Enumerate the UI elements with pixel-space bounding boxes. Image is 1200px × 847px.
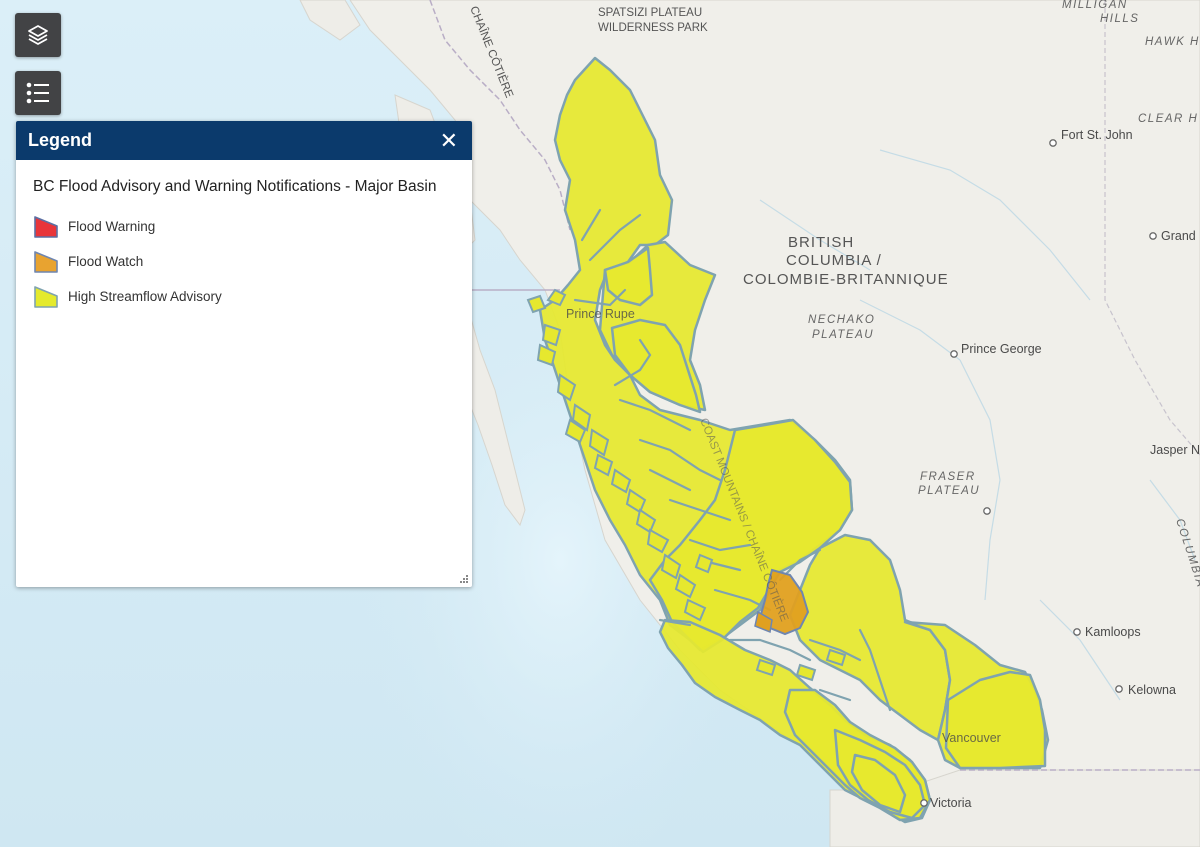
label-bc-2: COLUMBIA / — [786, 252, 882, 269]
label-prince-george: Prince George — [961, 342, 1042, 356]
legend-item-flood-warning: Flood Warning — [33, 209, 456, 244]
legend-label: Flood Watch — [68, 254, 144, 269]
label-jasper: Jasper Na — [1150, 443, 1200, 457]
legend-item-high-streamflow-advisory: High Streamflow Advisory — [33, 279, 456, 314]
label-kamloops: Kamloops — [1085, 625, 1141, 639]
layers-button[interactable] — [15, 13, 61, 57]
label-vancouver: Vancouver — [942, 731, 1001, 745]
legend-label: High Streamflow Advisory — [68, 289, 222, 304]
layers-icon — [28, 25, 48, 45]
legend-item-flood-watch: Flood Watch — [33, 244, 456, 279]
label-bc-1: BRITISH — [788, 234, 854, 251]
high-streamflow-swatch-icon — [34, 285, 58, 308]
label-clear: CLEAR H — [1138, 113, 1198, 125]
label-kelowna: Kelowna — [1128, 683, 1176, 697]
resize-handle-icon[interactable] — [459, 574, 469, 584]
label-nechako-2: PLATEAU — [812, 329, 874, 341]
legend-label: Flood Warning — [68, 219, 156, 234]
label-fraser-1: FRASER — [920, 471, 976, 483]
label-hawk: HAWK H — [1145, 36, 1200, 48]
legend-title: Legend — [28, 130, 93, 150]
layer-title: BC Flood Advisory and Warning Notificati… — [33, 178, 437, 195]
legend-header: Legend ✕ — [16, 121, 472, 160]
legend-button[interactable] — [15, 71, 61, 115]
label-spatsizi-2: WILDERNESS PARK — [598, 22, 708, 34]
label-fraser-2: PLATEAU — [918, 485, 980, 497]
label-milligan-1: MILLIGAN — [1062, 0, 1128, 11]
label-milligan-2: HILLS — [1100, 13, 1139, 25]
legend-body: BC Flood Advisory and Warning Notificati… — [16, 160, 472, 314]
label-spatsizi-1: SPATSIZI PLATEAU — [598, 7, 702, 19]
flood-watch-swatch-icon — [34, 250, 58, 273]
label-fort-st-john: Fort St. John — [1061, 128, 1133, 142]
legend-list-icon — [26, 82, 49, 104]
flood-warning-swatch-icon — [34, 215, 58, 238]
label-grand: Grand — [1161, 229, 1196, 243]
label-victoria: Victoria — [930, 796, 972, 810]
label-prince-rupert: Prince Rupe — [566, 307, 635, 321]
close-icon[interactable]: ✕ — [440, 129, 458, 152]
legend-panel: Legend ✕ BC Flood Advisory and Warning N… — [16, 121, 472, 587]
label-bc-3: COLOMBIE-BRITANNIQUE — [743, 271, 949, 288]
label-nechako-1: NECHAKO — [808, 314, 875, 326]
